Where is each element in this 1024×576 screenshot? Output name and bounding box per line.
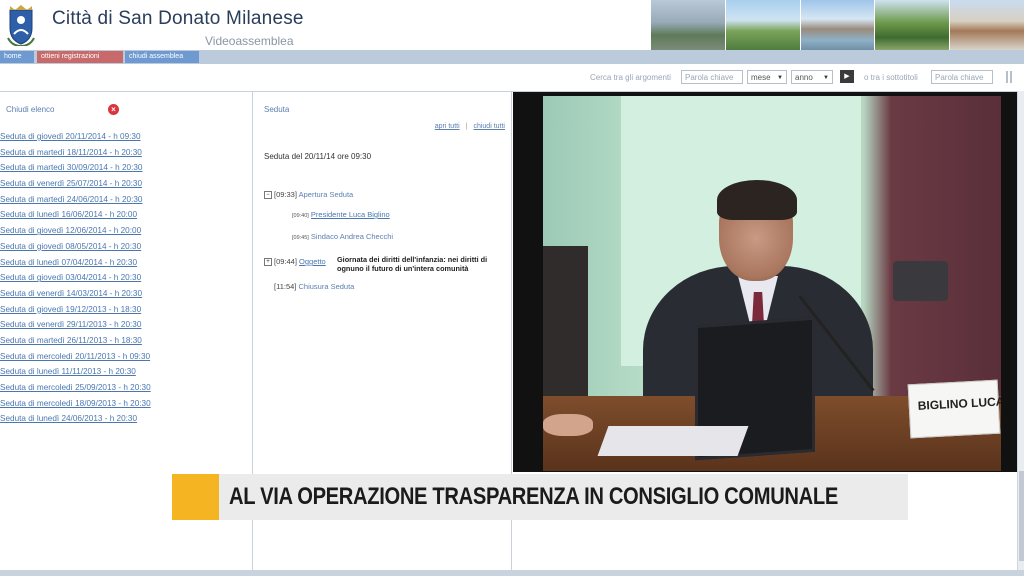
video-phone	[893, 261, 948, 301]
agenda-speaker-link[interactable]: Presidente Luca Biglino	[311, 210, 390, 219]
agenda-subitem[interactable]: [09:40] Presidente Luca Biglino	[292, 210, 390, 219]
home-button[interactable]: home	[0, 51, 34, 63]
session-link[interactable]: Seduta di lunedì 07/04/2014 - h 20:30	[0, 258, 151, 274]
agenda-time: [09:44]	[274, 257, 297, 266]
pause-bars-icon	[1006, 71, 1008, 83]
keyword-input[interactable]: Parola chiave	[681, 70, 743, 84]
agenda-label[interactable]: Apertura Seduta	[299, 190, 354, 199]
header-photo	[799, 0, 875, 50]
status-bar	[0, 570, 1024, 576]
agenda-subitem[interactable]: [09:45] Sindaco Andrea Checchi	[292, 232, 393, 241]
search-row: Cerca tra gli argomenti Parola chiave me…	[0, 70, 1024, 86]
link-separator: |	[465, 123, 468, 130]
open-all-link[interactable]: apri tutti	[435, 123, 460, 130]
header-photo	[650, 0, 725, 50]
agenda-time: [09:45]	[292, 235, 309, 241]
close-all-link[interactable]: chiudi tutti	[473, 123, 505, 130]
header-photo	[724, 0, 800, 50]
video-frame: BIGLINO LUCA	[543, 96, 1001, 471]
close-icon[interactable]: ×	[108, 104, 119, 115]
close-list-link[interactable]: Chiudi elenco	[6, 105, 54, 114]
agenda-item[interactable]: [11:54] Chiusura Seduta	[274, 282, 354, 291]
session-link[interactable]: Seduta di martedì 24/06/2014 - h 20:30	[0, 195, 151, 211]
expand-links: apri tutti | chiudi tutti	[435, 123, 505, 130]
chevron-down-icon: ▼	[777, 75, 783, 81]
month-select[interactable]: mese ▼	[747, 70, 787, 84]
video-hand	[543, 414, 593, 436]
session-link[interactable]: Seduta di venerdì 29/11/2013 - h 20:30	[0, 320, 151, 336]
close-assembly-button[interactable]: chiudi assemblea	[125, 51, 199, 63]
session-link[interactable]: Seduta di martedì 26/11/2013 - h 18:30	[0, 336, 151, 352]
session-link[interactable]: Seduta di mercoledì 18/09/2013 - h 20:30	[0, 399, 151, 415]
session-list: Seduta di giovedì 20/11/2014 - h 09:30 S…	[0, 132, 151, 430]
agenda-description: Giornata dei diritti dell'infanzia: nei …	[337, 255, 488, 273]
header-photo	[874, 0, 950, 50]
scrollbar-thumb[interactable]	[1019, 471, 1024, 561]
session-link[interactable]: Seduta di martedì 18/11/2014 - h 20:30	[0, 148, 151, 164]
agenda-item[interactable]: + [09:44] Oggetto	[264, 257, 326, 267]
site-title: Città di San Donato Milanese	[52, 8, 304, 29]
video-speaker-hair	[717, 180, 797, 220]
session-link[interactable]: Seduta di lunedì 24/06/2013 - h 20:30	[0, 414, 151, 430]
agenda-item[interactable]: − [09:33] Apertura Seduta	[264, 190, 354, 200]
search-topics-label: Cerca tra gli argomenti	[590, 73, 671, 82]
session-link[interactable]: Seduta di martedì 30/09/2014 - h 20:30	[0, 163, 151, 179]
expand-icon[interactable]: +	[264, 258, 272, 267]
headline-banner: AL VIA OPERAZIONE TRASPARENZA IN CONSIGL…	[219, 474, 908, 520]
subtitle-keyword-input[interactable]: Parola chiave	[931, 70, 993, 84]
search-subtitles-label: o tra i sottotitoli	[864, 73, 918, 82]
get-recordings-button[interactable]: ottieni registrazioni	[37, 51, 123, 63]
month-select-value: mese	[751, 73, 771, 82]
session-link[interactable]: Seduta di lunedì 11/11/2013 - h 20:30	[0, 367, 151, 383]
site-subtitle: Videoassemblea	[205, 34, 294, 48]
session-link[interactable]: Seduta di giovedì 20/11/2014 - h 09:30	[0, 132, 151, 148]
pause-bars-icon	[1010, 71, 1012, 83]
site-header: Città di San Donato Milanese Videoassemb…	[0, 0, 1024, 50]
search-go-button[interactable]: ▶	[840, 70, 854, 83]
session-panel-title: Seduta	[264, 105, 290, 114]
session-link[interactable]: Seduta di lunedì 16/06/2014 - h 20:00	[0, 210, 151, 226]
panel-toggle-button[interactable]	[1006, 70, 1016, 86]
agenda-speaker-link[interactable]: Sindaco Andrea Checchi	[311, 232, 393, 241]
nameplate-text: BIGLINO LUCA	[917, 394, 1001, 413]
header-photo-strip	[650, 0, 1024, 50]
agenda-time: [11:54]	[274, 282, 297, 291]
header-photo	[949, 0, 1024, 50]
session-link[interactable]: Seduta di venerdì 25/07/2014 - h 20:30	[0, 179, 151, 195]
year-select[interactable]: anno ▼	[791, 70, 833, 84]
agenda-label[interactable]: Chiusura Seduta	[298, 282, 354, 291]
session-link[interactable]: Seduta di mercoledì 20/11/2013 - h 09:30	[0, 352, 151, 368]
session-link[interactable]: Seduta di giovedì 12/06/2014 - h 20:00	[0, 226, 151, 242]
banner-accent	[172, 474, 219, 520]
session-link[interactable]: Seduta di giovedì 03/04/2014 - h 20:30	[0, 273, 151, 289]
session-link[interactable]: Seduta di venerdì 14/03/2014 - h 20:30	[0, 289, 151, 305]
collapse-icon[interactable]: −	[264, 191, 272, 200]
agenda-time: [09:40]	[292, 213, 309, 219]
session-link[interactable]: Seduta di mercoledì 25/09/2013 - h 20:30	[0, 383, 151, 399]
video-nameplate: BIGLINO LUCA	[907, 379, 1001, 439]
chevron-down-icon: ▼	[823, 75, 829, 81]
video-player[interactable]: BIGLINO LUCA	[513, 92, 1017, 472]
agenda-label[interactable]: Oggetto	[299, 257, 326, 266]
agenda-time: [09:33]	[274, 190, 297, 199]
nav-bar: home ottieni registrazioni chiudi assemb…	[0, 50, 1024, 64]
headline-text: AL VIA OPERAZIONE TRASPARENZA IN CONSIGL…	[229, 483, 838, 510]
play-arrow-icon: ▶	[844, 73, 850, 80]
session-link[interactable]: Seduta di giovedì 08/05/2014 - h 20:30	[0, 242, 151, 258]
vertical-scrollbar[interactable]	[1017, 91, 1024, 571]
session-link[interactable]: Seduta di giovedì 19/12/2013 - h 18:30	[0, 305, 151, 321]
video-papers	[597, 426, 749, 456]
session-date: Seduta del 20/11/14 ore 09:30	[264, 152, 372, 161]
city-crest-icon	[7, 5, 35, 46]
year-select-value: anno	[795, 73, 813, 82]
